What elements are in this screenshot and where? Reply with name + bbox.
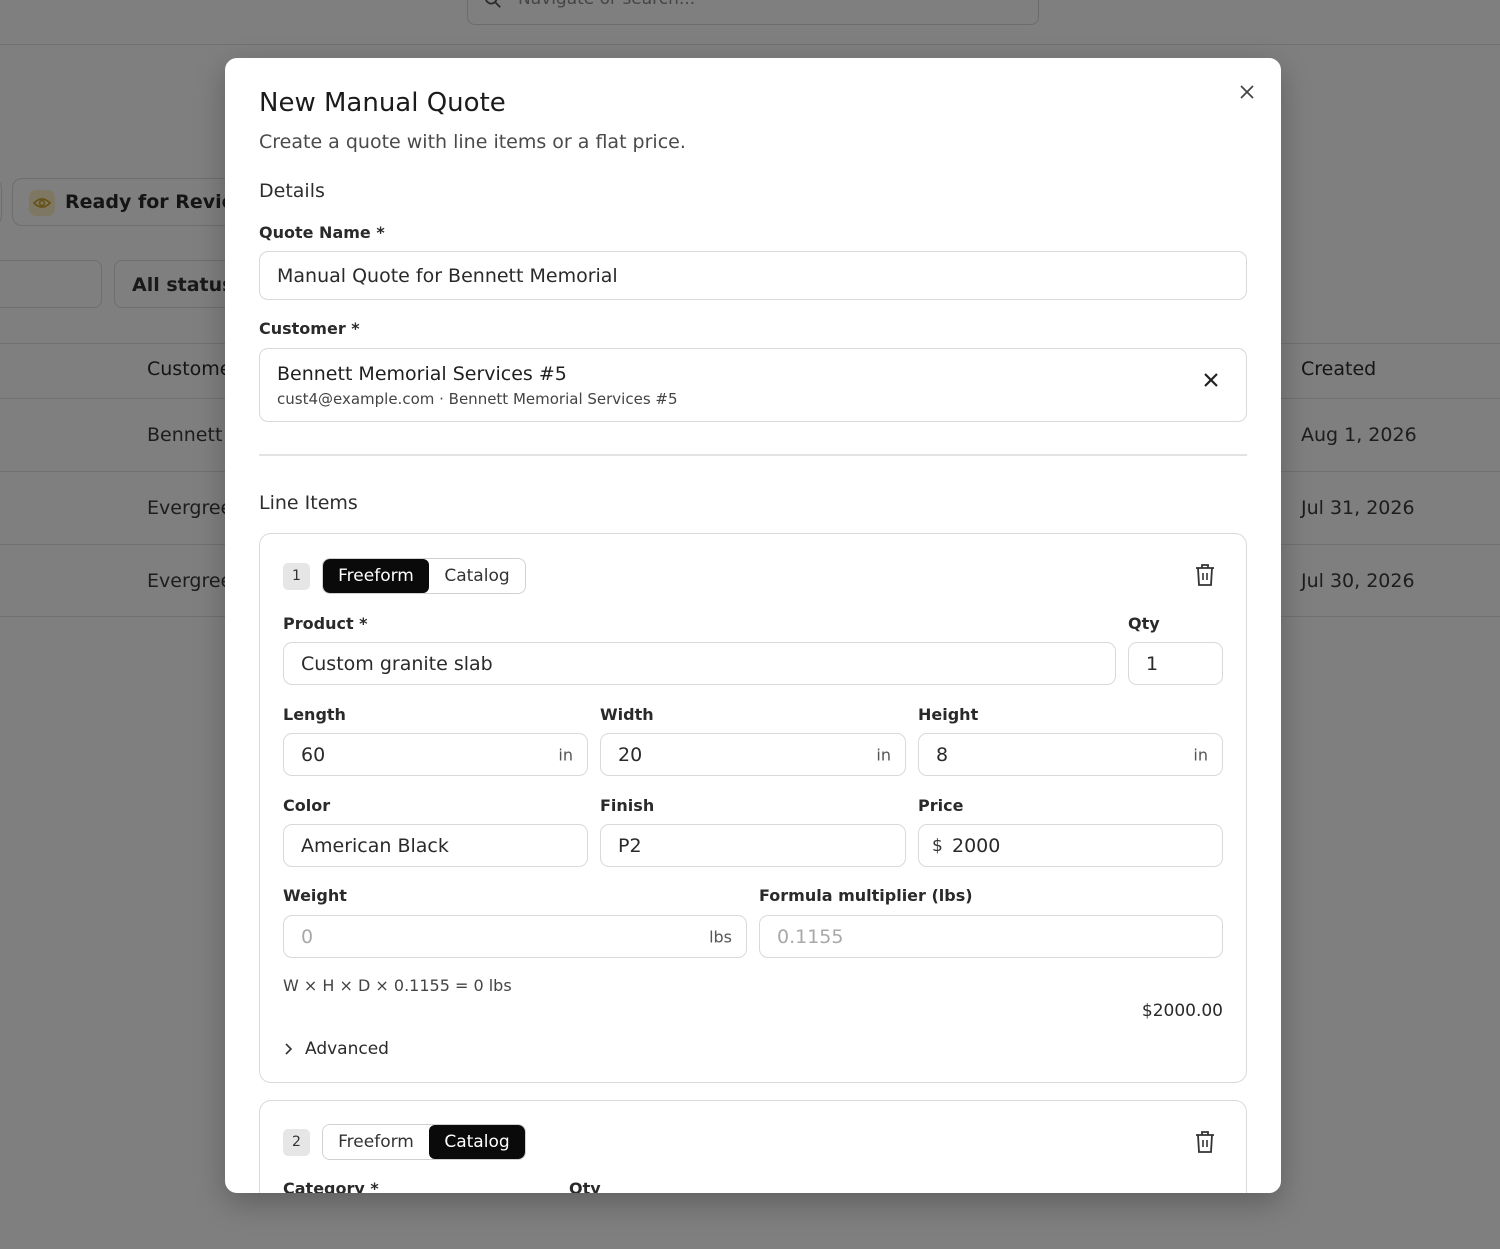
mode-toggle: Freeform Catalog <box>322 558 526 594</box>
mode-option-catalog[interactable]: Catalog <box>429 1125 525 1159</box>
trash-icon[interactable] <box>1194 1130 1216 1154</box>
length-unit: in <box>558 745 573 764</box>
finish-label: Finish <box>600 796 655 815</box>
clear-icon[interactable] <box>1202 371 1220 389</box>
price-input[interactable]: $ 2000 <box>918 824 1223 867</box>
multiplier-label: Formula multiplier (lbs) <box>759 886 973 905</box>
currency-prefix: $ <box>932 835 943 856</box>
line-item-number: 1 <box>283 563 310 590</box>
category-label: Category * <box>283 1179 379 1193</box>
height-value: 8 <box>936 743 949 766</box>
customer-meta: cust4@example.com · Bennett Memorial Ser… <box>277 390 678 408</box>
trash-icon[interactable] <box>1194 563 1216 587</box>
qty-label: Qty <box>569 1179 601 1193</box>
qty-input[interactable]: 1 <box>1128 642 1223 685</box>
height-unit: in <box>1193 745 1208 764</box>
mode-option-freeform[interactable]: Freeform <box>323 1125 429 1159</box>
mode-option-catalog[interactable]: Catalog <box>429 559 525 593</box>
quote-name-label: Quote Name * <box>259 223 385 242</box>
length-label: Length <box>283 705 346 724</box>
customer-label: Customer * <box>259 319 360 338</box>
mode-toggle: Freeform Catalog <box>322 1124 526 1160</box>
product-value: Custom granite slab <box>301 652 493 675</box>
height-input[interactable]: 8 in <box>918 733 1223 776</box>
width-value: 20 <box>618 743 643 766</box>
height-label: Height <box>918 705 979 724</box>
width-input[interactable]: 20 in <box>600 733 906 776</box>
line-item-card: 2 Freeform Catalog Category * Qty <box>259 1100 1247 1193</box>
line-item-number: 2 <box>283 1129 310 1156</box>
mode-option-freeform[interactable]: Freeform <box>323 559 429 593</box>
color-value: American Black <box>301 834 449 857</box>
close-icon[interactable] <box>1235 80 1259 104</box>
color-input[interactable]: American Black <box>283 824 588 867</box>
product-label: Product * <box>283 614 368 633</box>
width-label: Width <box>600 705 654 724</box>
advanced-label: Advanced <box>305 1039 389 1059</box>
new-manual-quote-dialog: New Manual Quote Create a quote with lin… <box>225 58 1281 1193</box>
weight-input[interactable]: 0 lbs <box>283 915 747 958</box>
length-value: 60 <box>301 743 326 766</box>
price-label: Price <box>918 796 964 815</box>
details-heading: Details <box>259 180 325 202</box>
width-unit: in <box>876 745 891 764</box>
multiplier-placeholder: 0.1155 <box>777 925 844 948</box>
customer-selector[interactable]: Bennett Memorial Services #5 cust4@examp… <box>259 348 1247 422</box>
weight-label: Weight <box>283 886 347 905</box>
color-label: Color <box>283 796 331 815</box>
quote-name-value: Manual Quote for Bennett Memorial <box>277 264 618 287</box>
weight-unit: lbs <box>709 927 732 946</box>
section-divider <box>259 454 1247 456</box>
qty-value: 1 <box>1146 652 1159 675</box>
customer-name: Bennett Memorial Services #5 <box>277 363 567 385</box>
multiplier-input[interactable]: 0.1155 <box>759 915 1223 958</box>
weight-placeholder: 0 <box>301 925 314 948</box>
finish-value: P2 <box>618 834 642 857</box>
quote-name-input[interactable]: Manual Quote for Bennett Memorial <box>259 251 1247 300</box>
price-value: 2000 <box>952 834 1001 857</box>
length-input[interactable]: 60 in <box>283 733 588 776</box>
qty-label: Qty <box>1128 614 1160 633</box>
product-input[interactable]: Custom granite slab <box>283 642 1116 685</box>
finish-input[interactable]: P2 <box>600 824 906 867</box>
line-items-heading: Line Items <box>259 492 358 514</box>
line-item-card: 1 Freeform Catalog Product * Custom gran… <box>259 533 1247 1083</box>
dialog-subtitle: Create a quote with line items or a flat… <box>259 131 686 153</box>
chevron-right-icon <box>285 1043 293 1055</box>
weight-formula: W × H × D × 0.1155 = 0 lbs <box>283 976 512 995</box>
dialog-title: New Manual Quote <box>259 88 506 118</box>
line-total: $2000.00 <box>1141 1001 1223 1021</box>
